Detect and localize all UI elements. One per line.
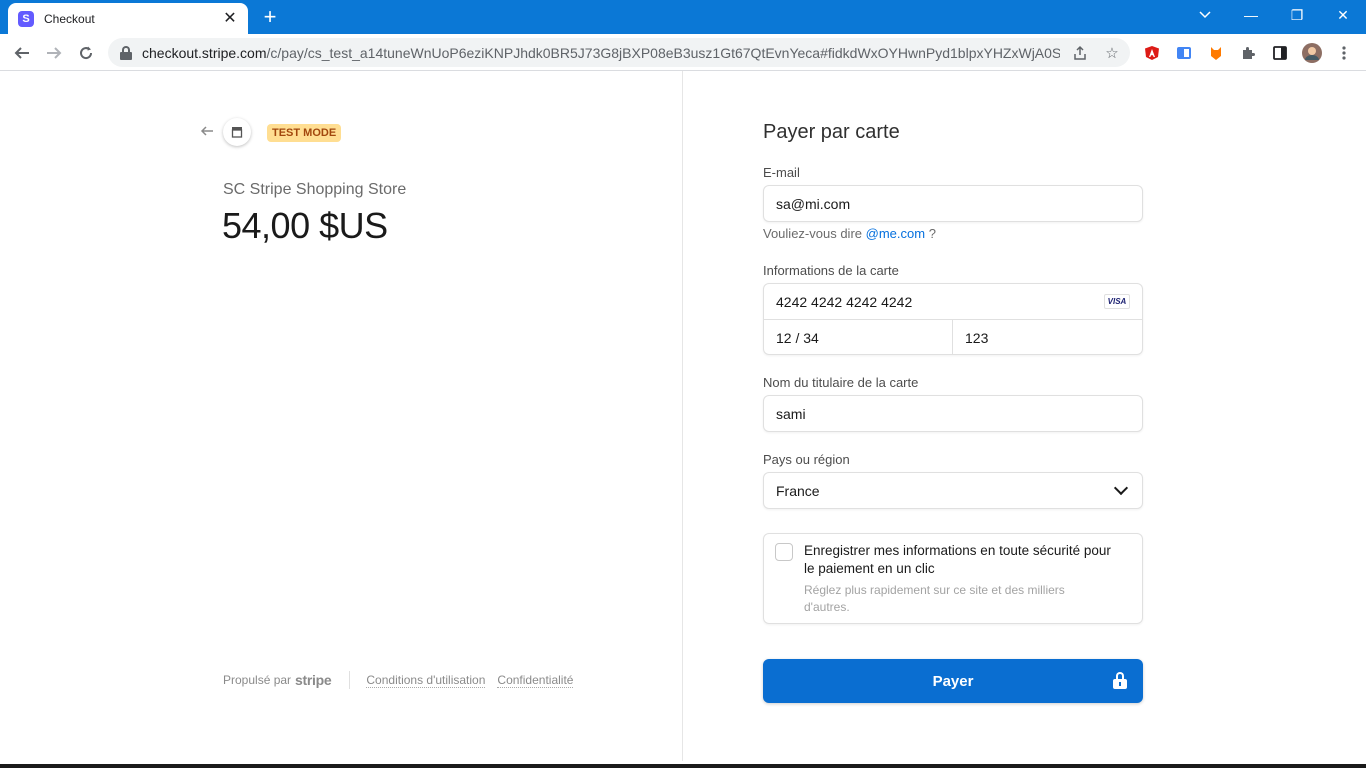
extensions-puzzle-icon[interactable] — [1238, 43, 1258, 63]
cardholder-name-input[interactable]: sami — [763, 395, 1143, 432]
back-icon[interactable] — [9, 40, 35, 66]
cardholder-name-label: Nom du titulaire de la carte — [763, 375, 919, 390]
email-suggestion-link[interactable]: @me.com — [866, 226, 925, 241]
lock-icon — [1113, 672, 1127, 689]
tab-close-icon[interactable]: ✕ — [222, 10, 238, 27]
card-cvc-input[interactable]: 123 — [953, 320, 1142, 355]
powered-by-text: Propulsé par — [223, 673, 292, 687]
footer-separator — [349, 671, 351, 689]
stripe-favicon-icon: S — [18, 10, 34, 27]
save-info-checkbox[interactable] — [775, 543, 793, 561]
card-expiry-input[interactable]: 12 / 34 — [764, 320, 953, 355]
email-input[interactable]: sa@mi.com — [763, 185, 1143, 222]
save-info-option[interactable]: Enregistrer mes informations en toute sé… — [763, 533, 1143, 624]
email-label: E-mail — [763, 165, 800, 180]
browser-menu-icon[interactable] — [1334, 43, 1354, 63]
window-restore-icon[interactable]: ❐ — [1274, 0, 1320, 30]
profile-avatar-icon[interactable] — [1302, 43, 1322, 63]
checkout-footer: Propulsé par stripe Conditions d'utilisa… — [223, 671, 585, 689]
url-text: checkout.stripe.com/c/pay/cs_test_a14tun… — [142, 44, 1060, 61]
browser-tab-checkout[interactable]: S Checkout ✕ — [8, 3, 248, 34]
taskbar-edge — [0, 764, 1366, 768]
card-info-group: 4242 4242 4242 4242 VISA 12 / 34 123 — [763, 283, 1143, 355]
stripe-logo[interactable]: stripe — [295, 672, 332, 688]
new-tab-icon[interactable]: + — [258, 6, 282, 28]
browser-titlebar: S Checkout ✕ + — ❐ ✕ — [0, 0, 1366, 34]
order-summary-pane — [0, 71, 683, 768]
back-to-store-icon[interactable] — [200, 124, 218, 142]
card-info-label: Informations de la carte — [763, 263, 899, 278]
tab-title: Checkout — [44, 11, 95, 26]
bookmark-star-icon[interactable]: ☆ — [1102, 43, 1122, 63]
translate-extension-icon[interactable] — [1174, 43, 1194, 63]
address-bar[interactable]: checkout.stripe.com/c/pay/cs_test_a14tun… — [108, 38, 1130, 67]
card-number-value: 4242 4242 4242 4242 — [776, 293, 913, 310]
terms-link[interactable]: Conditions d'utilisation — [366, 673, 486, 688]
save-info-title: Enregistrer mes informations en toute sé… — [804, 543, 1111, 576]
total-amount: 54,00 $US — [222, 205, 388, 246]
country-label: Pays ou région — [763, 452, 850, 467]
store-icon[interactable] — [223, 118, 251, 146]
tab-search-chevron-icon[interactable] — [1182, 0, 1228, 30]
visa-icon: VISA — [1104, 294, 1130, 309]
pane-divider — [682, 71, 683, 761]
country-value: France — [776, 482, 820, 499]
email-suggestion: Vouliez-vous dire @me.com ? — [763, 226, 936, 241]
pay-button-label: Payer — [932, 672, 974, 690]
card-number-input[interactable]: 4242 4242 4242 4242 VISA — [764, 284, 1142, 320]
country-select[interactable]: France — [763, 472, 1143, 509]
forward-icon[interactable] — [41, 40, 67, 66]
chevron-down-icon — [1113, 480, 1129, 496]
secure-lock-icon[interactable] — [120, 45, 132, 60]
save-info-subtitle: Réglez plus rapidement sur ce site et de… — [804, 583, 1065, 614]
privacy-link[interactable]: Confidentialité — [497, 673, 574, 688]
test-mode-badge: TEST MODE — [267, 124, 342, 142]
window-close-icon[interactable]: ✕ — [1320, 0, 1366, 30]
share-icon[interactable] — [1070, 43, 1090, 63]
reload-icon[interactable] — [73, 40, 99, 66]
browser-toolbar: checkout.stripe.com/c/pay/cs_test_a14tun… — [0, 34, 1366, 71]
fox-extension-icon[interactable] — [1206, 43, 1226, 63]
pay-button[interactable]: Payer — [763, 659, 1143, 703]
angular-extension-icon[interactable] — [1142, 43, 1162, 63]
side-panel-icon[interactable] — [1270, 43, 1290, 63]
window-minimize-icon[interactable]: — — [1228, 0, 1274, 30]
form-title: Payer par carte — [763, 121, 900, 143]
email-hint-prefix: Vouliez-vous dire — [763, 226, 862, 241]
store-name: SC Stripe Shopping Store — [223, 181, 407, 198]
email-hint-suffix: ? — [928, 226, 936, 241]
